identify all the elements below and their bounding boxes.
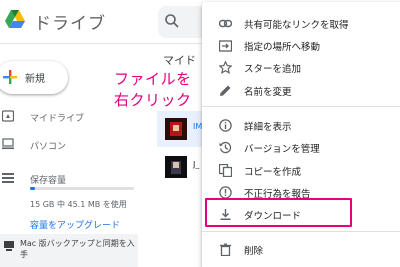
pencil-icon — [220, 85, 231, 96]
star-icon — [219, 61, 232, 74]
upgrade-storage-link[interactable]: 容量をアップグレード — [30, 218, 120, 231]
sidebar-item-label: マイドライブ — [30, 114, 85, 124]
app-title: ドライブ — [34, 14, 106, 34]
menu-item-add-star[interactable]: スターを追加 — [202, 56, 400, 78]
menu-item-label: 削除 — [244, 246, 264, 257]
history-icon — [219, 141, 232, 154]
menu-item-label: スターを追加 — [244, 64, 302, 75]
sidebar-item-label: 保存容量 — [30, 176, 67, 186]
annotation-text: 右クリック — [114, 91, 192, 109]
menu-item-make-copy[interactable]: コピーを作成 — [202, 159, 400, 181]
menu-item-manage-versions[interactable]: バージョンを管理 — [202, 136, 400, 158]
context-menu: 共有可能なリンクを取得 指定の場所へ移動 スターを追加 名前を変更 詳細を表示 — [202, 2, 400, 267]
computer-icon — [4, 241, 14, 251]
promo-text: Mac 版バックアップと同期を入手 — [20, 239, 135, 259]
menu-item-label: 名前を変更 — [244, 87, 292, 98]
menu-item-label: 指定の場所へ移動 — [244, 42, 321, 53]
my-drive-icon — [2, 110, 14, 122]
menu-item-details[interactable]: 詳細を表示 — [202, 114, 400, 136]
download-highlight-box — [205, 198, 352, 227]
menu-item-label: バージョンを管理 — [244, 144, 320, 155]
menu-item-label: 詳細を表示 — [244, 122, 292, 133]
image-thumbnail — [165, 156, 187, 178]
copy-icon — [219, 164, 232, 177]
computer-icon — [2, 138, 14, 149]
menu-item-get-link[interactable]: 共有可能なリンクを取得 — [202, 12, 400, 34]
menu-item-rename[interactable]: 名前を変更 — [202, 79, 400, 101]
storage-usage-fill — [30, 187, 36, 190]
google-drive-logo[interactable] — [4, 8, 26, 30]
annotation-text: ファイルを — [114, 70, 192, 88]
search-icon[interactable] — [164, 13, 180, 29]
menu-item-label: 共有可能なリンクを取得 — [244, 20, 349, 31]
link-icon — [219, 19, 232, 28]
menu-item-label: コピーを作成 — [244, 167, 302, 178]
trash-icon — [220, 243, 231, 256]
move-to-folder-icon — [219, 40, 232, 52]
storage-icon — [2, 173, 14, 183]
backup-sync-promo[interactable]: Mac 版バックアップと同期を入手 — [0, 234, 138, 267]
sidebar-item-label: パソコン — [30, 142, 67, 152]
storage-usage-text: 15 GB 中 45.1 MB を使用 — [30, 200, 127, 209]
menu-divider — [202, 106, 400, 107]
new-button[interactable]: 新規 — [0, 61, 68, 94]
plus-icon — [3, 70, 17, 84]
menu-item-move-to[interactable]: 指定の場所へ移動 — [202, 34, 400, 56]
new-button-label: 新規 — [25, 74, 45, 85]
info-icon — [219, 119, 232, 132]
storage-usage-bar — [30, 187, 134, 190]
page-title: マイド — [163, 54, 196, 67]
image-thumbnail — [165, 118, 187, 140]
menu-divider — [202, 231, 400, 232]
menu-item-delete[interactable]: 削除 — [202, 238, 400, 260]
